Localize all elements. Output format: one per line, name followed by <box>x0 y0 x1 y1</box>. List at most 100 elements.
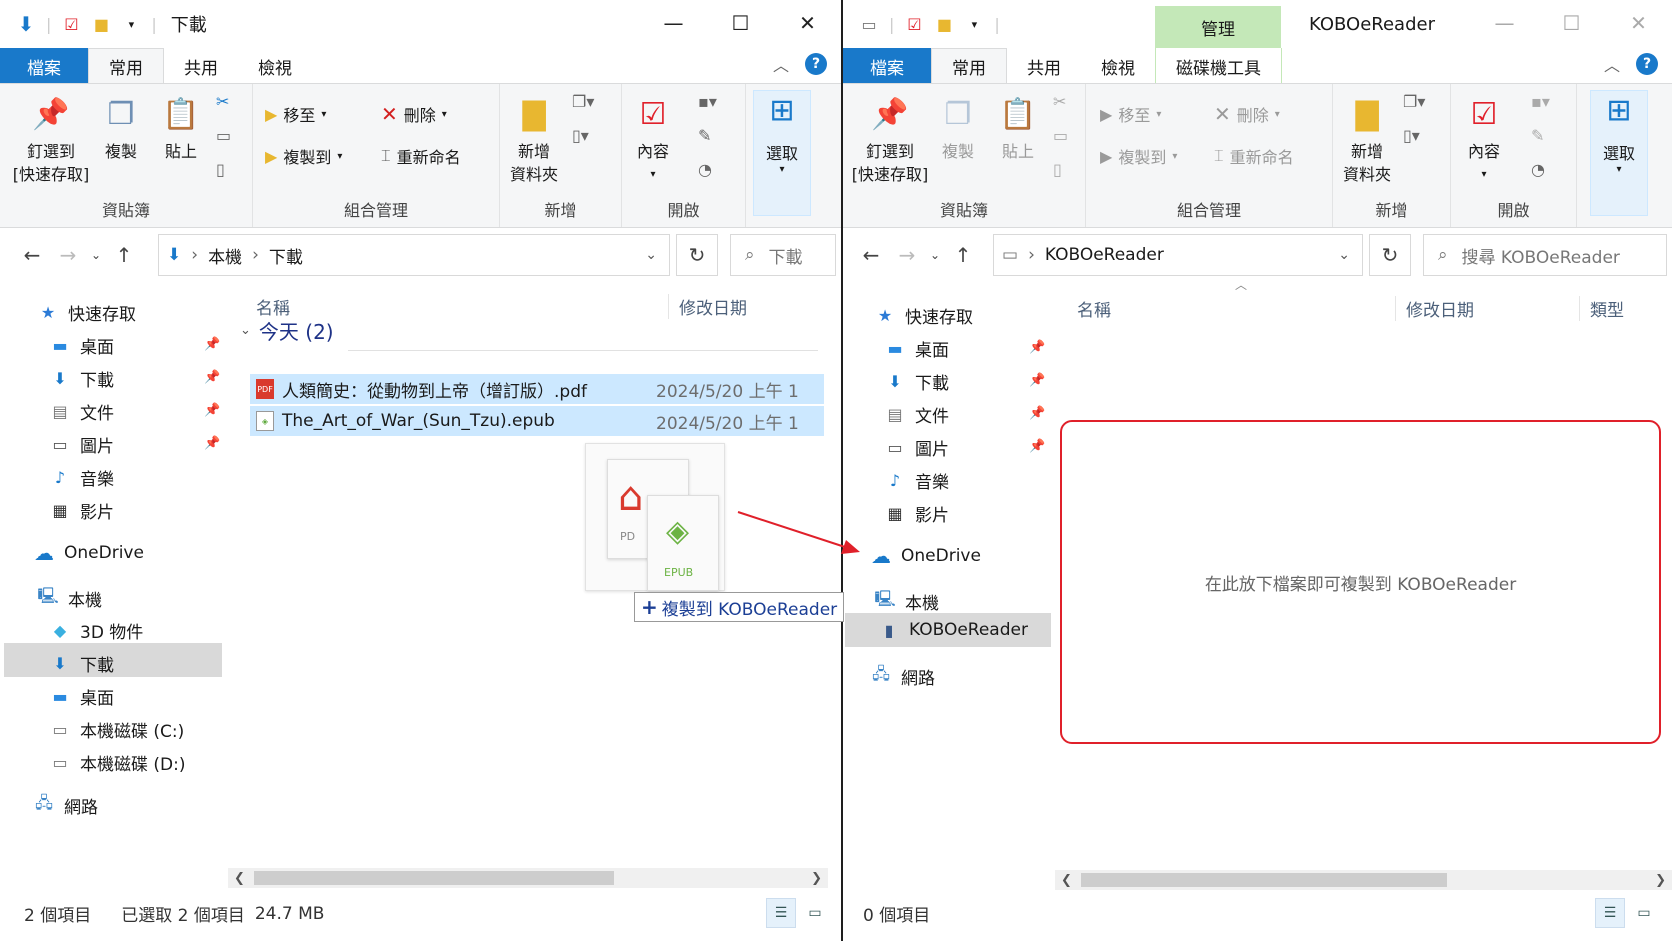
copy-path-icon[interactable]: ▭ <box>216 126 231 145</box>
column-date[interactable]: 修改日期 <box>668 294 747 319</box>
new-folder-button[interactable]: ▇ 新增 資料夾 <box>504 92 564 186</box>
breadcrumb-downloads[interactable]: 下載 <box>269 243 303 268</box>
refresh-button[interactable]: ↻ <box>1369 234 1411 276</box>
properties-check-icon[interactable]: ☑ <box>904 14 924 34</box>
forward-arrow-icon[interactable]: → <box>50 243 86 267</box>
cut-icon[interactable]: ✂ <box>1053 92 1066 111</box>
refresh-button[interactable]: ↻ <box>676 234 718 276</box>
tab-file[interactable]: 檔案 <box>0 48 88 84</box>
nav-pictures[interactable]: ▭ 圖片 <box>50 432 114 457</box>
nav-desktop[interactable]: ▬ 桌面 <box>50 333 114 358</box>
nav-network[interactable]: 🖧 網路 <box>871 664 935 689</box>
move-to-button[interactable]: ▶ 移至 ▾ <box>1100 102 1161 126</box>
recent-dropdown-icon[interactable]: ⌄ <box>86 248 106 262</box>
tab-view[interactable]: 檢視 <box>238 48 312 84</box>
easy-access-icon[interactable]: ▯▾ <box>572 126 589 145</box>
tab-share[interactable]: 共用 <box>1007 48 1081 84</box>
maximize-button[interactable]: ☐ <box>1538 0 1605 46</box>
minimize-button[interactable]: — <box>1471 0 1538 46</box>
minimize-button[interactable]: — <box>640 0 707 46</box>
breadcrumb-this-pc[interactable]: 本機 <box>208 243 242 268</box>
nav-desktop-pc[interactable]: ▬ 桌面 <box>50 684 114 709</box>
select-button[interactable]: ⊞ 選取 ▾ <box>1590 90 1648 216</box>
nav-videos[interactable]: ▦ 影片 <box>885 501 949 526</box>
help-icon[interactable]: ? <box>805 53 827 75</box>
qat-dropdown-icon[interactable]: ▾ <box>964 14 984 34</box>
close-button[interactable]: ✕ <box>774 0 841 46</box>
tab-view[interactable]: 檢視 <box>1081 48 1155 84</box>
copy-button[interactable]: ❐ 複製 <box>96 92 146 163</box>
tab-share[interactable]: 共用 <box>164 48 238 84</box>
nav-this-pc[interactable]: 🖳 本機 <box>874 589 939 614</box>
scrollbar-thumb[interactable] <box>254 871 614 885</box>
nav-videos[interactable]: ▦ 影片 <box>50 498 114 523</box>
column-date[interactable]: 修改日期 <box>1395 296 1474 321</box>
qat-dropdown-icon[interactable]: ▾ <box>121 14 141 34</box>
copy-path-icon[interactable]: ▭ <box>1053 126 1068 145</box>
tab-home[interactable]: 常用 <box>931 48 1007 84</box>
collapse-ribbon-icon[interactable]: ︿ <box>773 52 789 76</box>
scroll-right-icon[interactable]: ❯ <box>811 871 822 886</box>
nav-music[interactable]: ♪ 音樂 <box>50 465 114 490</box>
nav-downloads-pc[interactable]: ⬇ 下載 <box>50 651 114 676</box>
history-icon[interactable]: ◔ <box>698 160 712 179</box>
new-item-icon[interactable]: ❐▾ <box>572 92 594 111</box>
tab-home[interactable]: 常用 <box>88 48 164 84</box>
edit-icon[interactable]: ✎ <box>698 126 711 145</box>
select-button[interactable]: ⊞ 選取 ▾ <box>753 90 811 216</box>
history-icon[interactable]: ◔ <box>1531 160 1545 179</box>
breadcrumb-kobo[interactable]: KOBOeReader <box>1045 245 1164 265</box>
drive-icon[interactable]: ▭ <box>859 14 879 34</box>
rename-button[interactable]: ⌶ 重新命名 <box>1214 144 1294 168</box>
details-view-icon[interactable]: ☰ <box>766 898 796 928</box>
open-icon[interactable]: ▪▾ <box>1531 92 1550 111</box>
nav-onedrive[interactable]: ☁ OneDrive <box>871 544 981 568</box>
copy-button[interactable]: ❐ 複製 <box>933 92 983 163</box>
forward-arrow-icon[interactable]: → <box>889 243 925 267</box>
up-arrow-icon[interactable]: ↑ <box>106 243 142 267</box>
new-folder-icon[interactable]: ■ <box>91 14 111 34</box>
large-icons-view-icon[interactable]: ▭ <box>800 898 830 928</box>
tab-drive-tools[interactable]: 磁碟機工具 <box>1155 48 1282 84</box>
copy-to-button[interactable]: ▶ 複製到 ▾ <box>1100 144 1177 168</box>
address-dropdown-icon[interactable]: ⌄ <box>645 247 657 263</box>
large-icons-view-icon[interactable]: ▭ <box>1629 898 1659 928</box>
pin-quick-access-button[interactable]: 📌 釘選到 [快速存取] <box>6 92 96 186</box>
new-folder-button[interactable]: ▇ 新增 資料夾 <box>1337 92 1397 186</box>
nav-pictures[interactable]: ▭ 圖片 <box>885 435 949 460</box>
nav-documents[interactable]: ▤ 文件 <box>50 399 114 424</box>
nav-onedrive[interactable]: ☁ OneDrive <box>34 541 144 565</box>
address-bar[interactable]: ▭ › KOBOeReader ⌄ <box>993 234 1363 276</box>
paste-button[interactable]: 📋 貼上 <box>156 92 206 163</box>
tab-manage[interactable]: 管理 <box>1155 6 1281 48</box>
open-icon[interactable]: ▪▾ <box>698 92 717 111</box>
group-header-today[interactable]: ⌄ 今天 (2) <box>240 316 334 345</box>
nav-drive-c[interactable]: ▭ 本機磁碟 (C:) <box>50 717 184 742</box>
nav-desktop[interactable]: ▬ 桌面 <box>885 336 949 361</box>
move-to-button[interactable]: ▶ 移至 ▾ <box>265 102 326 126</box>
scroll-left-icon[interactable]: ❮ <box>234 871 245 886</box>
paste-button[interactable]: 📋 貼上 <box>993 92 1043 163</box>
drop-zone-highlight[interactable]: 在此放下檔案即可複製到 KOBOeReader <box>1060 420 1661 744</box>
column-type[interactable]: 類型 <box>1579 296 1624 321</box>
back-arrow-icon[interactable]: ← <box>14 243 50 267</box>
horizontal-scrollbar[interactable]: ❮ ❯ <box>228 868 828 888</box>
delete-button[interactable]: ✕ 刪除 ▾ <box>1214 102 1280 126</box>
scrollbar-thumb[interactable] <box>1081 873 1447 887</box>
properties-button[interactable]: ☑ 內容 ▾ <box>1459 92 1509 186</box>
download-arrow-icon[interactable]: ⬇ <box>16 12 36 36</box>
properties-button[interactable]: ☑ 內容 ▾ <box>628 92 678 186</box>
new-item-icon[interactable]: ❐▾ <box>1403 92 1425 111</box>
nav-quick-access[interactable]: ★ 快速存取 <box>875 303 973 328</box>
cut-icon[interactable]: ✂ <box>216 92 229 111</box>
rename-button[interactable]: ⌶ 重新命名 <box>381 144 461 168</box>
tab-file[interactable]: 檔案 <box>843 48 931 84</box>
easy-access-icon[interactable]: ▯▾ <box>1403 126 1420 145</box>
copy-to-button[interactable]: ▶ 複製到 ▾ <box>265 144 342 168</box>
properties-check-icon[interactable]: ☑ <box>61 14 81 34</box>
delete-button[interactable]: ✕ 刪除 ▾ <box>381 102 447 126</box>
maximize-button[interactable]: ☐ <box>707 0 774 46</box>
nav-this-pc[interactable]: 🖳 本機 <box>37 586 102 611</box>
nav-downloads[interactable]: ⬇ 下載 <box>885 369 949 394</box>
details-view-icon[interactable]: ☰ <box>1595 898 1625 928</box>
